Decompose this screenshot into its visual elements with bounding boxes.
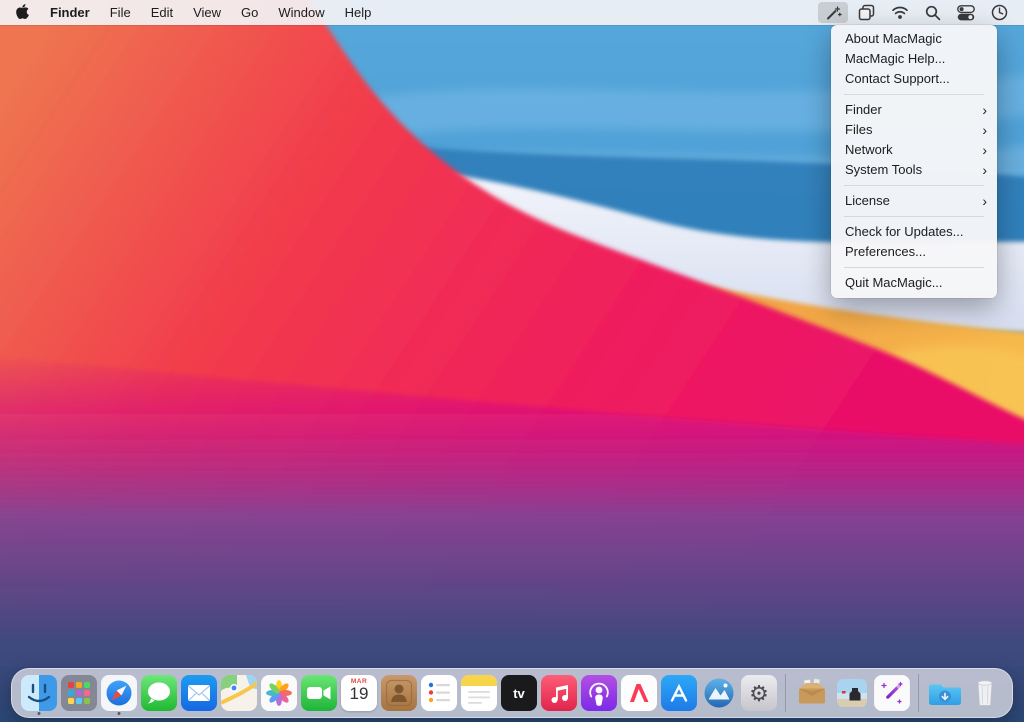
- menu-bar: Finder File Edit View Go Window Help: [0, 0, 1024, 25]
- running-indicator: [118, 712, 121, 715]
- dock-icon-finder[interactable]: [21, 671, 57, 715]
- calendar-badge: MAR 19: [341, 675, 377, 711]
- menu-separator: [844, 267, 984, 268]
- calendar-day: 19: [350, 685, 369, 704]
- dock-icon-facetime[interactable]: [301, 671, 337, 715]
- menu-item-label: Files: [845, 120, 872, 140]
- menu-window[interactable]: Window: [268, 0, 334, 25]
- menu-item-label: About MacMagic: [845, 29, 942, 49]
- dock-divider: [918, 674, 919, 712]
- submenu-chevron-icon: ›: [982, 160, 987, 180]
- menu-item-label: System Tools: [845, 160, 922, 180]
- dock-icon-safari[interactable]: [101, 671, 137, 715]
- dock-icon-music[interactable]: [541, 671, 577, 715]
- dock-icon-mail[interactable]: [181, 671, 217, 715]
- apple-logo-icon: [16, 4, 30, 21]
- dock-divider: [785, 674, 786, 712]
- dock-icon-downloads-folder[interactable]: [927, 671, 963, 715]
- menu-item-about-macmagic[interactable]: About MacMagic: [831, 29, 997, 49]
- dock-icon-reminders[interactable]: [421, 671, 457, 715]
- dock-icon-macmagic[interactable]: [874, 671, 910, 715]
- menu-separator: [844, 216, 984, 217]
- menu-item-label: Finder: [845, 100, 882, 120]
- submenu-chevron-icon: ›: [982, 120, 987, 140]
- dock-icon-image-editor[interactable]: [834, 671, 870, 715]
- menu-separator: [844, 185, 984, 186]
- menu-item-label: Quit MacMagic...: [845, 273, 943, 293]
- dock-icon-maps[interactable]: [221, 671, 257, 715]
- menu-go[interactable]: Go: [231, 0, 268, 25]
- clock-icon[interactable]: [985, 2, 1014, 23]
- menu-item-finder[interactable]: Finder ›: [831, 100, 997, 120]
- submenu-chevron-icon: ›: [982, 191, 987, 211]
- menu-item-preferences[interactable]: Preferences...: [831, 242, 997, 262]
- dock-icon-launchpad[interactable]: [61, 671, 97, 715]
- menu-view[interactable]: View: [183, 0, 231, 25]
- menu-item-label: Preferences...: [845, 242, 926, 262]
- menu-item-contact-support[interactable]: Contact Support...: [831, 69, 997, 89]
- running-indicator: [38, 712, 41, 715]
- menu-item-label: Network: [845, 140, 893, 160]
- dock-icon-calendar[interactable]: MAR 19: [341, 671, 377, 715]
- control-center-icon[interactable]: [951, 2, 981, 23]
- dock-icon-podcasts[interactable]: [581, 671, 617, 715]
- menu-help[interactable]: Help: [335, 0, 382, 25]
- macmagic-wand-icon[interactable]: [818, 2, 848, 23]
- dock-icon-messages[interactable]: [141, 671, 177, 715]
- dock-icon-app-store[interactable]: [661, 671, 697, 715]
- stacked-windows-icon[interactable]: [852, 2, 881, 23]
- dock-icon-photos[interactable]: [261, 671, 297, 715]
- dock-icon-mountain-app[interactable]: [701, 671, 737, 715]
- dock-icon-contacts[interactable]: [381, 671, 417, 715]
- menu-bar-status: [818, 0, 1024, 25]
- menu-item-system-tools[interactable]: System Tools ›: [831, 160, 997, 180]
- menu-file[interactable]: File: [100, 0, 141, 25]
- dock-icon-unarchiver[interactable]: [794, 671, 830, 715]
- dock: MAR 19: [11, 668, 1013, 718]
- dock-icon-tv[interactable]: tv: [501, 671, 537, 715]
- macmagic-menu: About MacMagic MacMagic Help... Contact …: [831, 25, 997, 298]
- menu-item-label: MacMagic Help...: [845, 49, 945, 69]
- dock-icon-trash[interactable]: [967, 671, 1003, 715]
- spotlight-search-icon[interactable]: [919, 2, 947, 23]
- menu-separator: [844, 94, 984, 95]
- submenu-chevron-icon: ›: [982, 100, 987, 120]
- dock-icon-notes[interactable]: [461, 671, 497, 715]
- svg-text:⚙: ⚙: [749, 681, 769, 706]
- menu-edit[interactable]: Edit: [141, 0, 183, 25]
- menu-item-label: Contact Support...: [845, 69, 950, 89]
- apple-menu[interactable]: [0, 0, 40, 25]
- menu-item-label: Check for Updates...: [845, 222, 964, 242]
- menu-item-network[interactable]: Network ›: [831, 140, 997, 160]
- wifi-icon[interactable]: [885, 2, 915, 23]
- tv-label: tv: [513, 686, 525, 701]
- desktop: Finder File Edit View Go Window Help: [0, 0, 1024, 722]
- menu-item-files[interactable]: Files ›: [831, 120, 997, 140]
- menu-item-check-for-updates[interactable]: Check for Updates...: [831, 222, 997, 242]
- submenu-chevron-icon: ›: [982, 140, 987, 160]
- menu-item-label: License: [845, 191, 890, 211]
- menu-bar-left: Finder File Edit View Go Window Help: [0, 0, 381, 25]
- menu-app-name[interactable]: Finder: [40, 5, 100, 20]
- dock-icon-system-preferences[interactable]: ⚙: [741, 671, 777, 715]
- menu-item-quit-macmagic[interactable]: Quit MacMagic...: [831, 273, 997, 293]
- menu-item-license[interactable]: License ›: [831, 191, 997, 211]
- dock-icon-news[interactable]: [621, 671, 657, 715]
- menu-item-macmagic-help[interactable]: MacMagic Help...: [831, 49, 997, 69]
